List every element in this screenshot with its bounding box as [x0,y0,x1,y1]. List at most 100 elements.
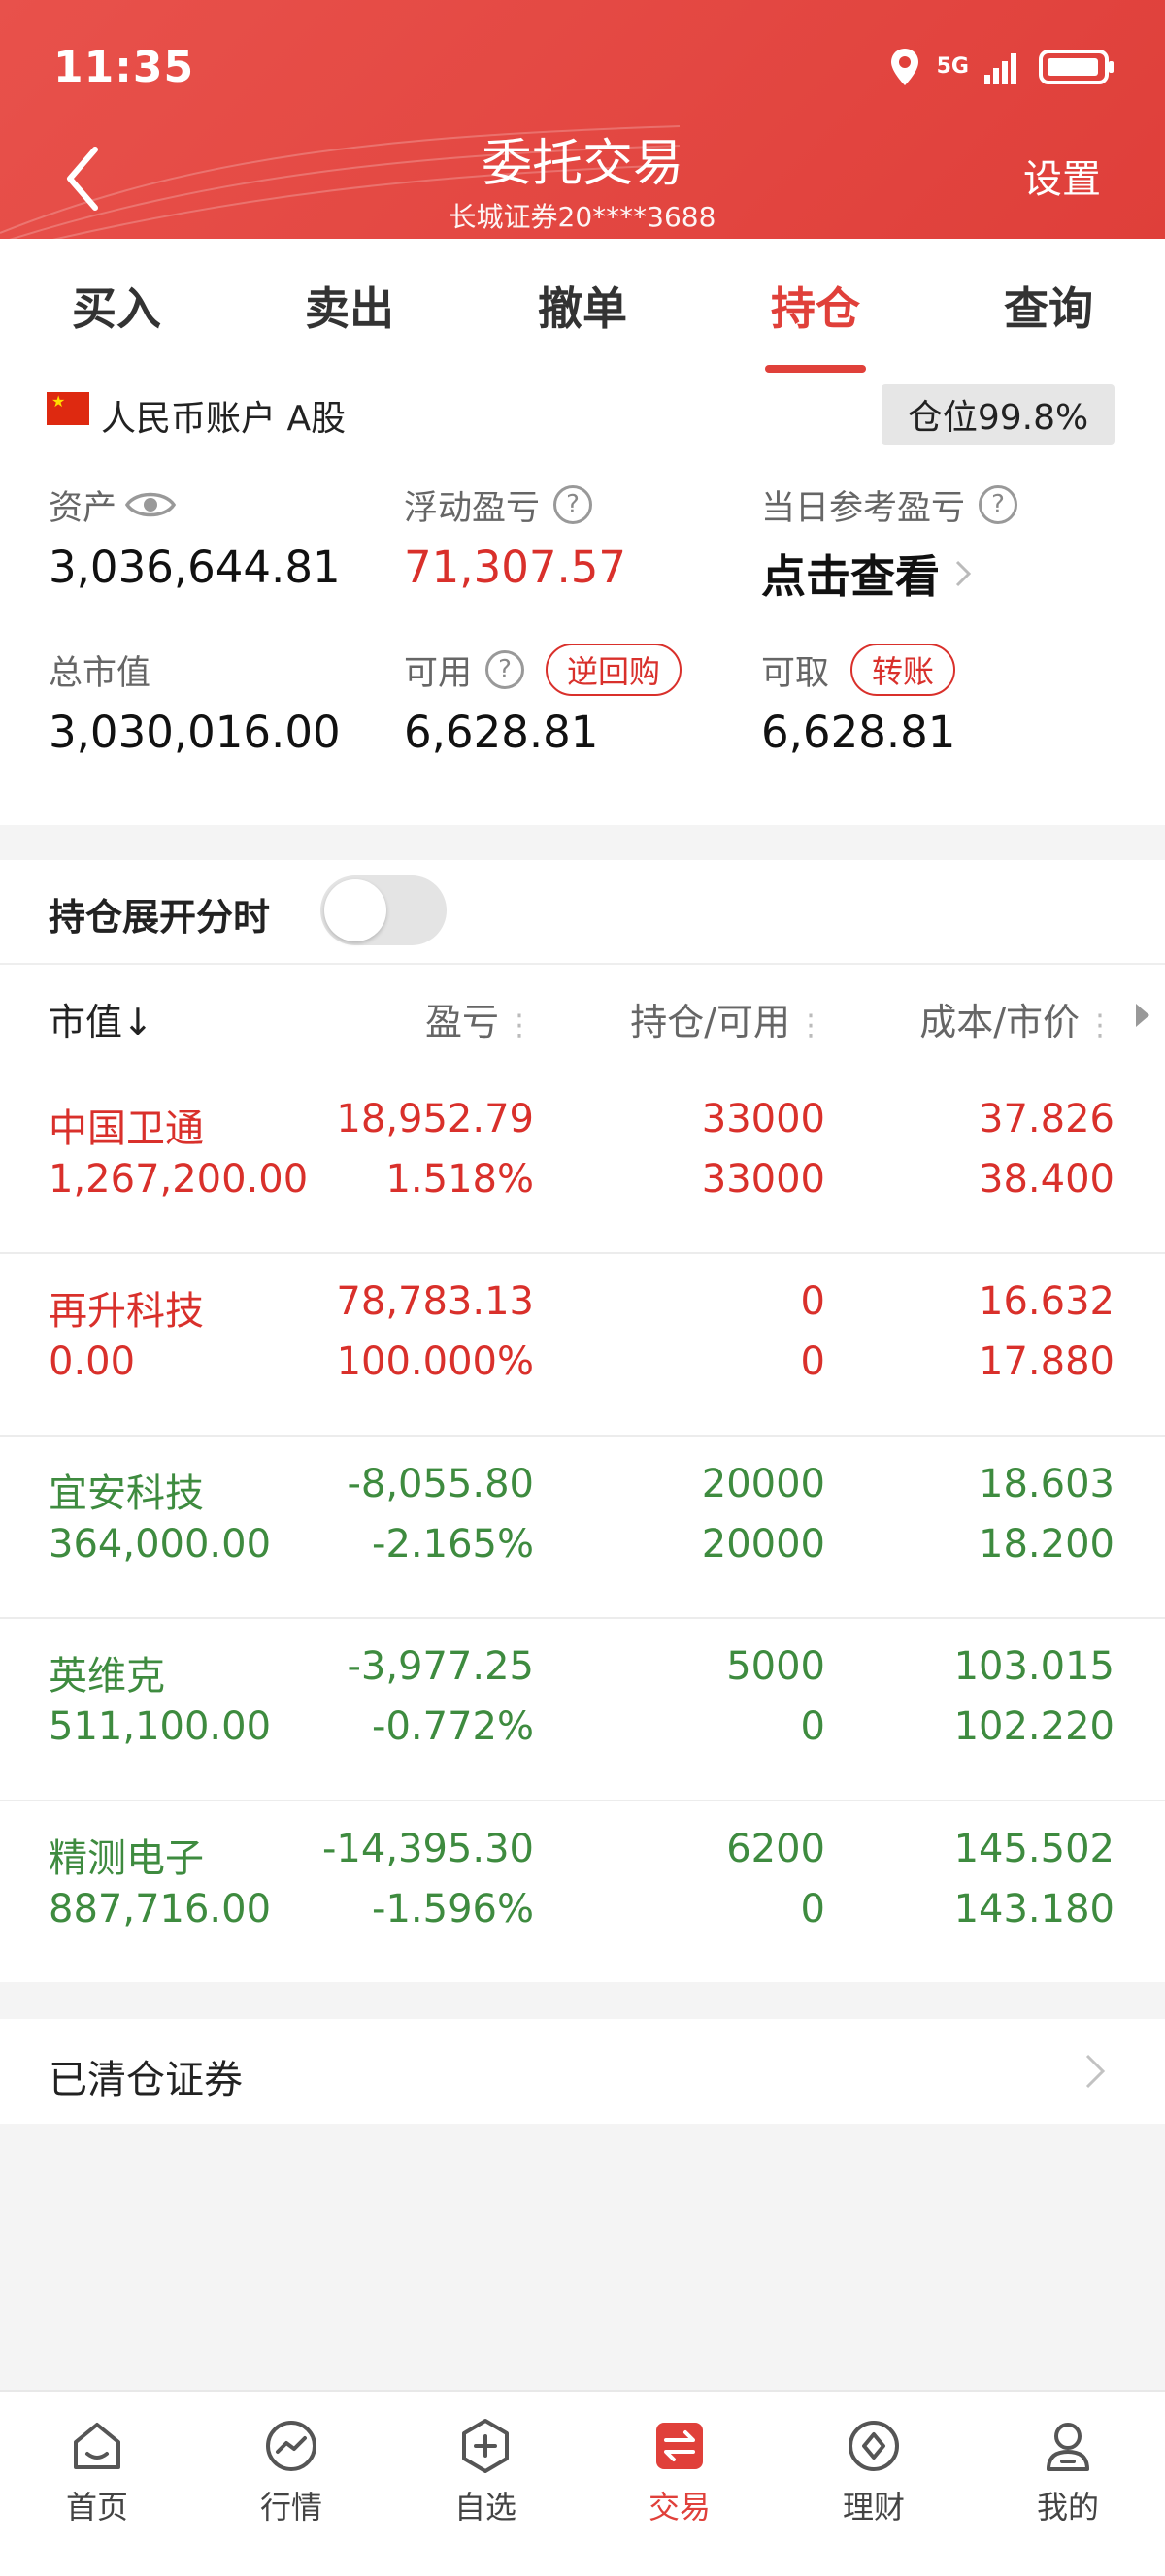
status-time: 11:35 [53,43,195,92]
stock-price: 143.180 [953,1887,1115,1932]
assets-label: 资产 [49,488,117,528]
nav-trade-label: 交易 [648,2489,711,2526]
network-label: 5G [936,54,969,79]
table-row[interactable]: 精测电子 887,716.00 -14,395.30 -1.596% 6200 … [0,1801,1165,1982]
scroll-right-icon[interactable] [1136,1004,1149,1027]
nav-watchlist-label: 自选 [453,2489,516,2526]
tab-cancel[interactable]: 撤单 [466,239,699,373]
float-pl-block: 浮动盈亏 ? 71,307.57 [404,481,626,593]
stock-pl: 18,952.79 [336,1097,534,1141]
stock-cost: 16.632 [979,1279,1115,1324]
stock-pl-pct: -1.596% [372,1887,534,1932]
stock-market-value: 0.00 [49,1339,136,1384]
table-row[interactable]: 中国卫通 1,267,200.00 18,952.79 1.518% 33000… [0,1072,1165,1254]
tab-holdings[interactable]: 持仓 [699,239,932,373]
nav-profile[interactable]: 我的 [971,2392,1165,2576]
settings-button[interactable]: 设置 [1023,148,1101,204]
stock-pl: -3,977.25 [347,1644,534,1689]
tab-query[interactable]: 查询 [932,239,1165,373]
location-icon [890,49,918,85]
sort-dots-icon: ⋮ [505,1008,534,1042]
status-icons: 5G [888,47,1116,87]
reverse-repo-button[interactable]: 逆回购 [546,644,682,696]
asset-summary: 资产 3,036,644.81 浮动盈亏 ? 71,307.57 当日参考盈亏 … [0,452,1165,825]
account-label: 人民币账户 A股 [101,399,347,439]
holdings-table-header: 市值↓ 盈亏 ⋮ 持仓/可用 ⋮ 成本/市价 ⋮ [0,965,1165,1073]
col-cost[interactable]: 成本/市价 ⋮ [919,992,1115,1045]
withdrawable-value: 6,628.81 [761,707,956,758]
expand-intraday-toggle[interactable] [320,875,447,945]
stock-cost: 37.826 [979,1097,1115,1141]
battery-icon [1039,50,1114,84]
transfer-button[interactable]: 转账 [850,644,956,696]
help-icon[interactable]: ? [979,485,1018,524]
stock-price: 17.880 [979,1339,1115,1384]
available-block: 可用 ? 逆回购 6,628.81 [404,644,682,758]
col-holding[interactable]: 持仓/可用 ⋮ [630,992,825,1045]
home-icon [74,2423,120,2469]
help-icon[interactable]: ? [553,485,593,524]
expand-intraday-label: 持仓展开分时 [49,896,271,939]
float-pl-value: 71,307.57 [404,542,627,593]
chevron-right-icon [955,560,972,587]
nav-market[interactable]: 行情 [194,2392,388,2576]
col-pl[interactable]: 盈亏 ⋮ [425,992,534,1045]
stock-holding: 6200 [726,1827,825,1871]
stock-holding: 20000 [701,1462,825,1506]
stock-available: 0 [800,1339,825,1384]
col-market-value[interactable]: 市值↓ [49,992,153,1045]
stock-available: 20000 [701,1522,825,1567]
stock-available: 0 [800,1887,825,1932]
eye-icon[interactable] [124,487,177,522]
assets-block: 资产 3,036,644.81 [49,481,341,594]
cleared-securities-link[interactable]: 已清仓证券 [0,2019,1165,2124]
nav-finance[interactable]: 理财 [777,2392,971,2576]
stock-holding: 5000 [726,1644,825,1689]
stock-name: 英维克 [49,1654,165,1699]
stock-pl-pct: -0.772% [372,1704,534,1749]
market-value-value: 3,030,016.00 [49,707,341,758]
nav-home-label: 首页 [65,2489,128,2526]
expand-intraday-row: 持仓展开分时 [0,860,1165,965]
daily-pl-block: 当日参考盈亏 ? 点击查看 [761,481,1018,606]
stock-name: 中国卫通 [49,1106,204,1151]
assets-value: 3,036,644.81 [49,542,341,593]
table-row[interactable]: 英维克 511,100.00 -3,977.25 -0.772% 5000 0 … [0,1619,1165,1801]
view-daily-pl-button[interactable]: 点击查看 [761,542,1017,606]
stock-available: 33000 [701,1157,825,1202]
tab-sell[interactable]: 卖出 [233,239,466,373]
sort-dots-icon: ⋮ [1085,1008,1115,1042]
table-row[interactable]: 再升科技 0.00 78,783.13 100.000% 0 0 16.632 … [0,1254,1165,1437]
stock-price: 102.220 [953,1704,1115,1749]
position-badge: 仓位99.8% [882,384,1115,445]
col-cost-label: 成本/市价 [919,1001,1080,1043]
table-row[interactable]: 宜安科技 364,000.00 -8,055.80 -2.165% 20000 … [0,1437,1165,1619]
stock-cost: 145.502 [953,1827,1115,1871]
float-pl-label: 浮动盈亏 [404,488,541,528]
stock-price: 38.400 [979,1157,1115,1202]
available-value: 6,628.81 [404,707,599,758]
nav-profile-label: 我的 [1036,2489,1099,2526]
market-value-label: 总市值 [49,653,151,693]
stock-name: 宜安科技 [49,1471,204,1516]
stock-market-value: 887,716.00 [49,1887,272,1932]
account-row: ★ 人民币账户 A股 仓位99.8% [0,373,1165,454]
tab-buy[interactable]: 买入 [0,239,233,373]
nav-watchlist[interactable]: 自选 [388,2392,582,2576]
withdrawable-label: 可取 [761,653,830,693]
stock-market-value: 1,267,200.00 [49,1157,309,1202]
stock-holding: 0 [800,1279,825,1324]
col-holding-label: 持仓/可用 [630,1001,790,1043]
stock-pl-pct: 1.518% [385,1157,534,1202]
nav-trade[interactable]: 交易 [582,2392,777,2576]
profile-icon [1047,2423,1089,2471]
page-title: 委托交易 [481,135,683,193]
stock-holding: 33000 [701,1097,825,1141]
sort-dots-icon: ⋮ [796,1008,825,1042]
stock-pl-pct: -2.165% [372,1522,534,1567]
cleared-securities-label: 已清仓证券 [49,2058,243,2102]
nav-home[interactable]: 首页 [0,2392,194,2576]
help-icon[interactable]: ? [485,650,525,689]
available-label: 可用 [404,653,473,693]
stock-pl: 78,783.13 [336,1279,534,1324]
